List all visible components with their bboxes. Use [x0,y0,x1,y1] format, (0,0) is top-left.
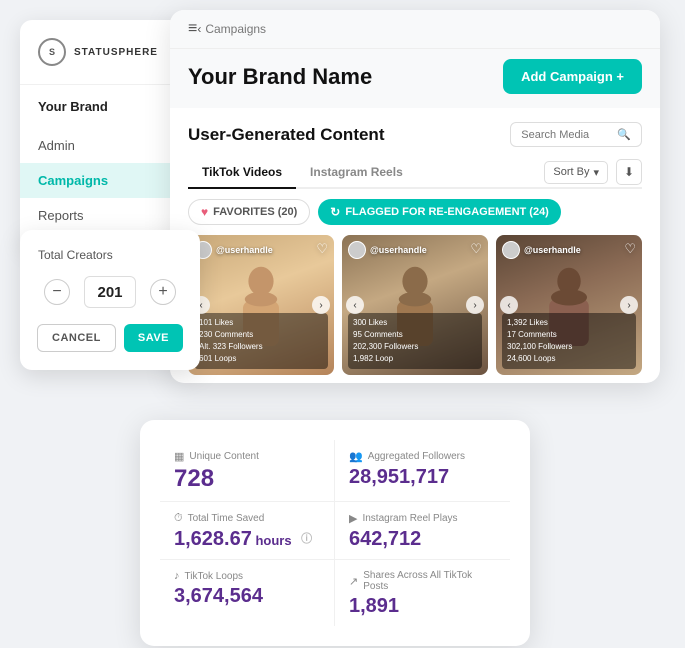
sidebar-item-campaigns-label: Campaigns [38,173,108,188]
brand-title: Your Brand Name [188,64,372,90]
stat-shares-value: 1,891 [349,596,496,616]
tiktok-icon: ♪ [174,570,180,582]
filter-pills: ♥ FAVORITES (20) ↻ FLAGGED FOR RE-ENGAGE… [188,199,642,225]
video-thumb-3[interactable]: @userhandle ♡ 1,392 Likes17 Comments302,… [496,235,642,375]
stat-tiktok-loops-value: 3,674,564 [174,586,320,606]
ugc-title: User-Generated Content [188,125,384,145]
save-button[interactable]: SAVE [124,324,183,352]
stat-tiktok-loops: ♪ TikTok Loops 3,674,564 [160,560,335,626]
flagged-pill[interactable]: ↻ FLAGGED FOR RE-ENGAGEMENT (24) [318,199,561,225]
tab-controls: Sort By ▾ ⬇ [544,159,642,185]
heart-icon: ♥ [201,205,208,219]
stat-shares: ↗ Shares Across All TikTok Posts 1,891 [335,560,510,626]
favorites-pill[interactable]: ♥ FAVORITES (20) [188,199,310,225]
chevron-down-icon: ▾ [593,166,599,179]
download-button[interactable]: ⬇ [616,159,642,185]
stat-aggregated-followers-label: 👥 Aggregated Followers [349,450,496,463]
stepper-decrement-button[interactable]: − [44,279,70,305]
sidebar-item-reports-label: Reports [38,208,84,223]
stats-card: ▦ Unique Content 728 👥 Aggregated Follow… [140,420,530,646]
video-top-2: @userhandle ♡ [348,241,482,259]
play-icon: ▶ [349,512,357,525]
video-handle-1: @userhandle [216,245,273,255]
video-prev-3[interactable]: ‹ [500,296,518,314]
sidebar-item-admin-label: Admin [38,138,75,153]
heart-icon-1: ♡ [316,241,328,257]
stat-unique-content: ▦ Unique Content 728 [160,440,335,502]
favorites-label: FAVORITES (20) [213,206,297,218]
video-stats-3: 1,392 Likes17 Comments302,100 Followers2… [502,313,636,369]
stepper-increment-button[interactable]: + [150,279,176,305]
stat-unique-content-label: ▦ Unique Content [174,450,320,463]
video-top-3: @userhandle ♡ [502,241,636,259]
stat-aggregated-followers-value: 28,951,717 [349,467,496,487]
clock-icon: ⏱ [174,512,183,525]
avatar-3 [502,241,520,259]
ugc-header: User-Generated Content 🔍 [188,122,642,147]
stat-instagram-reel-plays-value: 642,712 [349,529,496,549]
logo-text: STATUSPHERE [74,47,158,58]
video-next-3[interactable]: › [620,296,638,314]
cancel-button[interactable]: CANCEL [37,324,116,352]
sort-by-dropdown[interactable]: Sort By ▾ [544,161,608,184]
video-thumb-2[interactable]: @userhandle ♡ 300 Likes95 Comments202,30… [342,235,488,375]
search-input[interactable] [521,129,611,141]
info-icon: ⓘ [301,533,312,545]
share-icon: ↗ [349,575,358,588]
video-thumb-1[interactable]: @userhandle ♡ 101 Likes230 CommentsAlt. … [188,235,334,375]
video-next-2[interactable]: › [466,296,484,314]
search-icon: 🔍 [617,128,631,141]
video-user-2: @userhandle [348,241,427,259]
search-bar: 🔍 [510,122,642,147]
topbar: ≡ ‹ Campaigns [170,10,660,49]
avatar-2 [348,241,366,259]
stat-time-saved-label: ⏱ Total Time Saved [174,512,320,525]
video-stats-2: 300 Likes95 Comments202,300 Followers1,9… [348,313,482,369]
flagged-label: FLAGGED FOR RE-ENGAGEMENT (24) [345,206,549,218]
creators-actions: CANCEL SAVE [38,324,182,352]
total-creators-popup: Total Creators − 201 + CANCEL SAVE [20,230,200,370]
stat-instagram-reel-plays-label: ▶ Instagram Reel Plays [349,512,496,525]
video-top-1: @userhandle ♡ [194,241,328,259]
video-grid: @userhandle ♡ 101 Likes230 CommentsAlt. … [188,235,642,383]
heart-icon-3: ♡ [624,241,636,257]
tab-instagram-reels[interactable]: Instagram Reels [296,157,417,189]
tab-tiktok-videos[interactable]: TikTok Videos [188,157,296,189]
breadcrumb-back-icon[interactable]: ‹ [197,22,201,36]
creators-popup-title: Total Creators [38,248,182,262]
video-user-3: @userhandle [502,241,581,259]
add-campaign-button[interactable]: Add Campaign + [503,59,642,94]
stat-instagram-reel-plays: ▶ Instagram Reel Plays 642,712 [335,502,510,560]
ugc-section: User-Generated Content 🔍 TikTok Videos I… [170,108,660,383]
video-handle-3: @userhandle [524,245,581,255]
logo-icon: S [38,38,66,66]
refresh-icon: ↻ [330,205,340,219]
video-handle-2: @userhandle [370,245,427,255]
creators-stepper: − 201 + [38,276,182,308]
stat-tiktok-loops-label: ♪ TikTok Loops [174,570,320,582]
breadcrumb: ‹ Campaigns [197,22,266,36]
sort-by-label: Sort By [553,166,589,178]
main-card: ≡ ‹ Campaigns Your Brand Name Add Campai… [170,10,660,383]
video-stats-1: 101 Likes230 CommentsAlt. 323 Followers6… [194,313,328,369]
tabs: TikTok Videos Instagram Reels [188,157,417,187]
hamburger-icon[interactable]: ≡ [188,20,197,38]
stat-shares-label: ↗ Shares Across All TikTok Posts [349,570,496,592]
grid-icon: ▦ [174,450,184,463]
people-icon: 👥 [349,450,363,463]
heart-icon-2: ♡ [470,241,482,257]
tabs-row: TikTok Videos Instagram Reels Sort By ▾ … [188,157,642,189]
stepper-value: 201 [84,276,136,308]
stats-grid: ▦ Unique Content 728 👥 Aggregated Follow… [160,440,510,626]
stat-time-saved-value: 1,628.67 hours ⓘ [174,529,320,549]
stat-aggregated-followers: 👥 Aggregated Followers 28,951,717 [335,440,510,502]
stat-unique-content-value: 728 [174,467,320,491]
stat-time-saved: ⏱ Total Time Saved 1,628.67 hours ⓘ [160,502,335,560]
video-prev-2[interactable]: ‹ [346,296,364,314]
breadcrumb-text: Campaigns [205,22,266,36]
video-next-1[interactable]: › [312,296,330,314]
video-user-1: @userhandle [194,241,273,259]
brand-title-row: Your Brand Name Add Campaign + [170,49,660,108]
